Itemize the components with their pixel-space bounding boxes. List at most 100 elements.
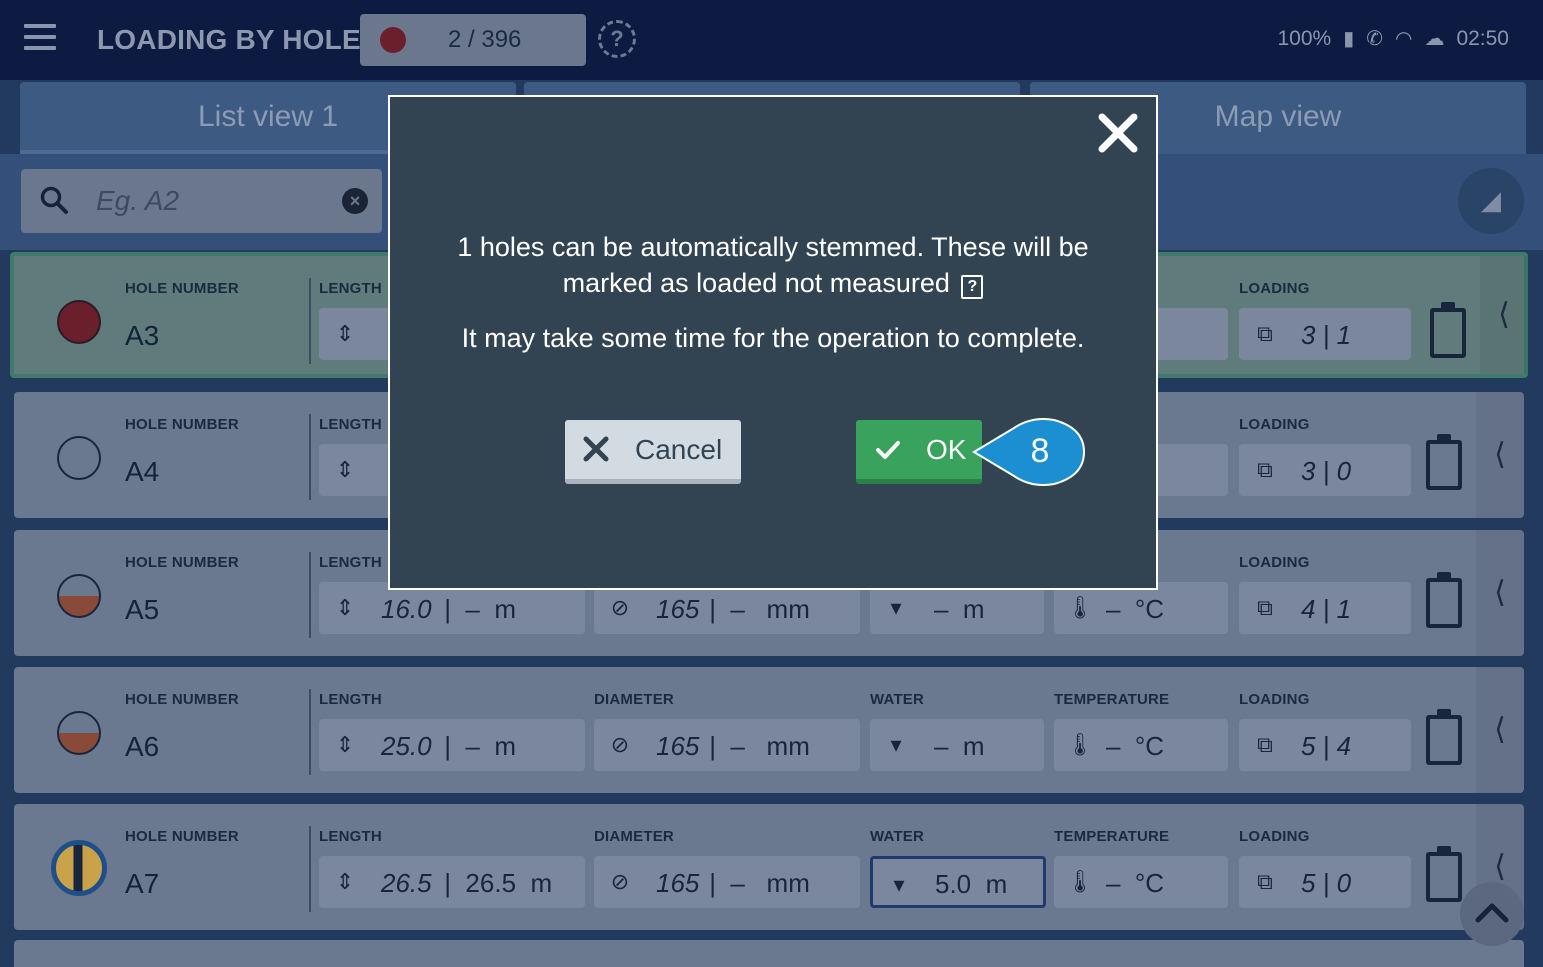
battery-level: 100% — [1277, 26, 1332, 50]
close-icon — [583, 436, 609, 462]
loading-field[interactable]: ⧉ 3 | 1 — [1239, 308, 1411, 360]
hole-number: A7 — [125, 868, 160, 899]
water-icon: ▾ — [890, 595, 902, 620]
length-label: LENGTH — [319, 280, 382, 297]
loading-label: LOADING — [1239, 416, 1310, 433]
divider — [309, 826, 311, 912]
help-circle-icon[interactable]: ? — [598, 20, 636, 58]
scroll-up-icon[interactable] — [1460, 882, 1524, 946]
table-row[interactable] — [14, 940, 1524, 967]
clock: 02:50 — [1456, 26, 1509, 50]
thermometer-icon: 🌡 — [1066, 869, 1094, 894]
chevron-left-icon[interactable]: ⟨ — [1480, 256, 1528, 374]
clipboard-icon[interactable] — [1426, 709, 1462, 765]
clipboard-icon[interactable] — [1426, 572, 1462, 628]
temperature-field[interactable] — [1154, 444, 1228, 496]
temperature-value: – °C — [1106, 868, 1165, 898]
loading-icon: ⧉ — [1257, 457, 1273, 482]
hole-number: A4 — [125, 456, 160, 487]
length-label: LENGTH — [319, 416, 382, 433]
temperature-label: TEMPERATURE — [1054, 828, 1170, 845]
loading-value: 5 | 0 — [1301, 868, 1352, 898]
length-field[interactable]: ⇕ 25.0 | – m — [319, 719, 585, 771]
hole-status-icon — [57, 436, 101, 480]
loaded-not-measured-icon: ? — [961, 275, 984, 299]
diameter-measured: | – mm — [702, 868, 810, 898]
cancel-button[interactable]: Cancel — [565, 420, 741, 484]
ok-button[interactable]: OK — [856, 420, 982, 484]
diameter-label: DIAMETER — [594, 828, 674, 845]
loading-label: LOADING — [1239, 280, 1310, 297]
diameter-field[interactable]: ⊘ 165 | – mm — [594, 856, 860, 908]
water-field[interactable]: ▾ – m — [870, 719, 1044, 771]
length-label: LENGTH — [319, 828, 382, 845]
length-icon: ⇕ — [335, 457, 355, 482]
loading-value: 5 | 4 — [1301, 731, 1352, 761]
loading-value: 3 | 1 — [1301, 320, 1352, 350]
loading-field[interactable]: ⧉ 5 | 0 — [1239, 856, 1411, 908]
diameter-value: 165 — [656, 594, 700, 624]
page-title: LOADING BY HOLE — [97, 24, 361, 55]
chevron-left-icon[interactable]: ⟨ — [1476, 667, 1524, 793]
temperature-field[interactable]: 🌡 – °C — [1054, 856, 1228, 908]
hole-number: A6 — [125, 731, 160, 762]
hole-status-icon — [57, 574, 101, 618]
loading-field[interactable]: ⧉ 3 | 0 — [1239, 444, 1411, 496]
step-callout: 8 — [972, 418, 1086, 486]
temperature-field[interactable] — [1154, 308, 1228, 360]
length-label: LENGTH — [319, 691, 382, 708]
divider — [309, 552, 311, 638]
loading-icon: ⧉ — [1257, 595, 1273, 620]
divider — [309, 689, 311, 775]
clipboard-icon[interactable] — [1426, 434, 1462, 490]
hole-number-label: HOLE NUMBER — [125, 691, 239, 708]
loading-icon: ⧉ — [1257, 869, 1273, 894]
table-row[interactable]: HOLE NUMBER A6 LENGTH ⇕ 25.0 | – m DIAME… — [14, 667, 1524, 793]
loading-field[interactable]: ⧉ 4 | 1 — [1239, 582, 1411, 634]
hole-number-label: HOLE NUMBER — [125, 828, 239, 845]
thermometer-icon: 🌡 — [1066, 595, 1094, 620]
search-box[interactable]: Eg. A2 × — [21, 169, 382, 233]
loading-field[interactable]: ⧉ 5 | 4 — [1239, 719, 1411, 771]
temperature-label: TEMPERATURE — [1054, 691, 1170, 708]
hole-status-icon — [57, 711, 101, 755]
table-row[interactable]: HOLE NUMBER A7 LENGTH ⇕ 26.5 | 26.5 m DI… — [14, 804, 1524, 930]
divider — [309, 414, 311, 500]
water-field[interactable]: ▾ 5.0 m — [870, 856, 1046, 908]
hole-status-icon — [51, 840, 107, 896]
clear-icon[interactable]: × — [342, 188, 368, 214]
diameter-field[interactable]: ⊘ 165 | – mm — [594, 719, 860, 771]
length-field[interactable]: ⇕ 26.5 | 26.5 m — [319, 856, 585, 908]
close-icon[interactable] — [1096, 111, 1140, 155]
cloud-icon: ☁ — [1424, 28, 1445, 50]
loading-value: 4 | 1 — [1301, 594, 1352, 624]
length-measured: | 26.5 m — [437, 868, 553, 898]
battery-icon: ▮ — [1343, 28, 1355, 50]
menu-icon[interactable] — [24, 24, 56, 54]
cancel-button-label: Cancel — [635, 434, 723, 465]
divider — [309, 278, 311, 364]
wifi-icon: ◠ — [1394, 28, 1413, 50]
diameter-value: 165 — [656, 868, 700, 898]
diameter-icon: ⊘ — [610, 595, 630, 620]
length-icon: ⇕ — [335, 732, 355, 757]
diameter-measured: | – mm — [702, 594, 810, 624]
length-value: 25.0 — [381, 731, 432, 761]
loading-icon: ⧉ — [1257, 321, 1273, 346]
hole-counter[interactable]: 2 / 396 — [360, 14, 586, 66]
length-measured: | – m — [437, 594, 516, 624]
search-input[interactable]: Eg. A2 — [96, 185, 179, 217]
top-bar: LOADING BY HOLE 2 / 396 ? 100% ▮ ✆ ◠ ☁ 0… — [0, 0, 1543, 80]
search-icon — [40, 186, 68, 214]
loading-label: LOADING — [1239, 828, 1310, 845]
water-label: WATER — [870, 828, 925, 845]
clipboard-icon[interactable] — [1430, 302, 1466, 358]
bell-icon[interactable]: ◢ — [1458, 168, 1524, 234]
water-value: 5.0 m — [935, 869, 1008, 899]
chevron-left-icon[interactable]: ⟨ — [1476, 530, 1524, 656]
temperature-field[interactable]: 🌡 – °C — [1054, 719, 1228, 771]
chevron-left-icon[interactable]: ⟨ — [1476, 392, 1524, 518]
clipboard-icon[interactable] — [1426, 846, 1462, 902]
length-icon: ⇕ — [335, 321, 355, 346]
temperature-value: – °C — [1106, 731, 1165, 761]
